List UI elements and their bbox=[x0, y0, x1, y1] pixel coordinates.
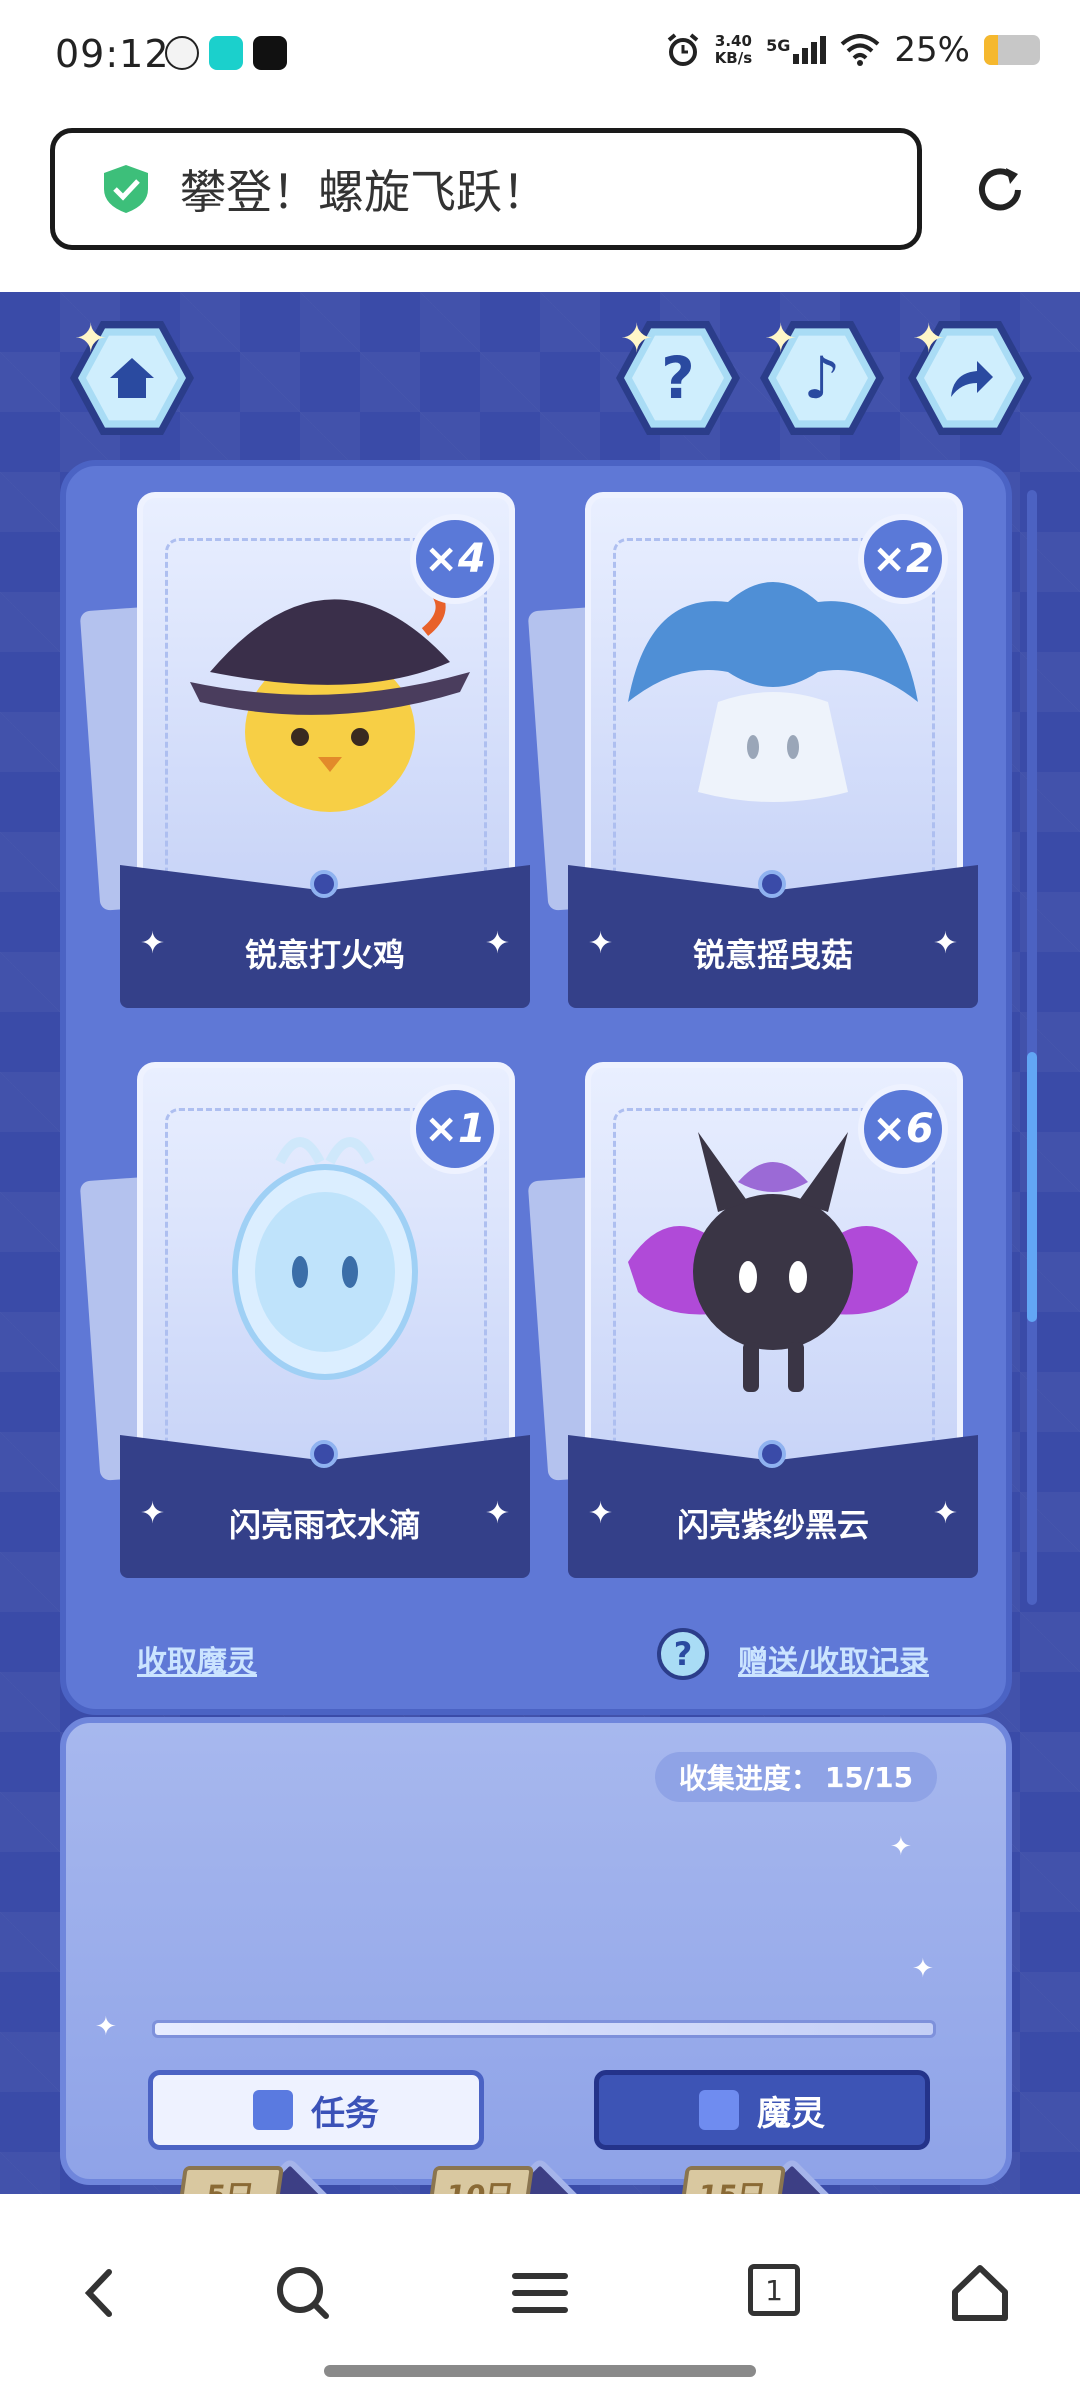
count-badge: ×2 bbox=[858, 514, 948, 604]
spirit-button[interactable]: 魔灵 bbox=[594, 2070, 930, 2150]
taptap-icon bbox=[209, 36, 243, 70]
milestone-reward[interactable]: ✓ 5只 bbox=[176, 2157, 375, 2194]
sparkle-icon: ✦ bbox=[484, 926, 510, 961]
spirit-card[interactable]: ×2 ✦ 锐意摇曳菇 ✦ bbox=[527, 492, 978, 1008]
reload-icon[interactable] bbox=[970, 160, 1030, 220]
progress-bar bbox=[152, 2020, 936, 2038]
alarm-icon bbox=[667, 33, 698, 66]
sparkle-icon: ✦ bbox=[95, 2012, 117, 2042]
spirit-card[interactable]: ×1 ✦ 闪亮雨衣水滴 ✦ bbox=[79, 1062, 530, 1578]
gesture-bar[interactable] bbox=[324, 2365, 756, 2377]
milestone-reward[interactable]: ✓ 15只 bbox=[678, 2157, 877, 2194]
sparkle-icon: ✦ bbox=[912, 1954, 934, 1984]
sparkle-icon: ✦ bbox=[932, 1496, 958, 1531]
home-icon[interactable] bbox=[945, 2258, 1015, 2328]
sparkle-icon: ✦ bbox=[912, 316, 946, 362]
tabs-button[interactable]: 1 bbox=[742, 2258, 812, 2328]
sparkle-icon: ✦ bbox=[620, 316, 654, 362]
sparkle-icon: ✦ bbox=[764, 316, 798, 362]
scrollbar-thumb[interactable] bbox=[1027, 1052, 1037, 1322]
count-badge: ×1 bbox=[410, 1084, 500, 1174]
signal-indicator: 5G bbox=[766, 36, 827, 64]
sparkle-icon: ✦ bbox=[890, 1832, 912, 1862]
notification-icons bbox=[165, 36, 287, 70]
tab-count: 1 bbox=[748, 2264, 800, 2316]
game-canvas: ✦ ? ✦ ♪ ✦ ✦ ×4 ✦ 锐意打火鸡 ✦ ×2 ✦ 锐意摇曳菇 ✦ ×1… bbox=[0, 292, 1080, 2194]
clock: 09:12 bbox=[55, 32, 170, 76]
card-name: 闪亮雨衣水滴 bbox=[228, 1506, 421, 1544]
sparkle-icon: ✦ bbox=[932, 926, 958, 961]
home-button[interactable]: ✦ bbox=[70, 316, 194, 440]
status-bar: 09:12 3.40 KB/s 5G 25% bbox=[0, 0, 1080, 110]
music-button[interactable]: ♪ ✦ bbox=[760, 316, 884, 440]
records-link[interactable]: 赠送/收取记录 bbox=[738, 1637, 929, 1681]
network-speed: 3.40 KB/s bbox=[714, 32, 753, 67]
collect-spirit-link[interactable]: 收取魔灵 bbox=[137, 1637, 257, 1681]
menu-icon[interactable] bbox=[505, 2258, 575, 2328]
spirit-card[interactable]: ×4 ✦ 锐意打火鸡 ✦ bbox=[79, 492, 530, 1008]
milestone-label: 15只 bbox=[678, 2166, 786, 2194]
home-icon bbox=[110, 358, 154, 398]
wifi-icon bbox=[841, 34, 880, 66]
battery-icon bbox=[984, 35, 1040, 65]
spirit-card[interactable]: ×6 ✦ 闪亮紫纱黑云 ✦ bbox=[527, 1062, 978, 1578]
collection-progress: 收集进度： 15/15 bbox=[655, 1752, 937, 1802]
battery-percent: 25% bbox=[894, 30, 970, 70]
search-icon[interactable] bbox=[268, 2258, 338, 2328]
tiktok-icon bbox=[253, 36, 287, 70]
count-badge: ×4 bbox=[410, 514, 500, 604]
sparkle-icon: ✦ bbox=[74, 316, 108, 362]
task-button[interactable]: 任务 bbox=[148, 2070, 484, 2150]
task-icon bbox=[253, 2090, 293, 2130]
back-icon[interactable] bbox=[65, 2258, 135, 2328]
milestone-label: 10只 bbox=[426, 2166, 534, 2194]
card-name: 锐意摇曳菇 bbox=[692, 936, 853, 974]
milestone-label: 5只 bbox=[176, 2166, 284, 2194]
page-title: 攀登！螺旋飞跃！ bbox=[180, 165, 548, 219]
shield-check-icon bbox=[104, 165, 148, 213]
count-badge: ×6 bbox=[858, 1084, 948, 1174]
milestone-reward[interactable]: ✓ 10只 bbox=[426, 2157, 625, 2194]
folder-icon bbox=[699, 2090, 739, 2130]
help-button[interactable]: ? ✦ bbox=[616, 316, 740, 440]
help-icon[interactable]: ? bbox=[657, 1628, 709, 1680]
sparkle-icon: ✦ bbox=[484, 1496, 510, 1531]
share-icon bbox=[951, 361, 993, 397]
address-bar[interactable]: 攀登！螺旋飞跃！ bbox=[50, 128, 922, 250]
card-name: 锐意打火鸡 bbox=[244, 936, 405, 974]
qq-icon bbox=[165, 36, 199, 70]
share-button[interactable]: ✦ bbox=[908, 316, 1032, 440]
scrollbar-track[interactable] bbox=[1027, 490, 1037, 1605]
card-name: 闪亮紫纱黑云 bbox=[676, 1506, 869, 1544]
